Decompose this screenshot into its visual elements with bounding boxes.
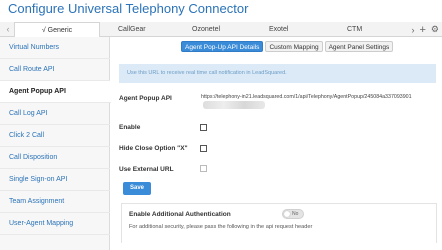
toggle-state: No (292, 211, 299, 217)
sidebar-item-agent-popup-api[interactable]: Agent Popup API (0, 81, 111, 103)
chevron-right-icon[interactable]: › (411, 25, 414, 35)
auth-title: Enable Additional Authentication (129, 211, 231, 218)
tab-ozonetel[interactable]: Ozonetel (192, 22, 220, 37)
sidebar-item-call-route-api[interactable]: Call Route API (0, 59, 110, 81)
sidebar-item-virtual-numbers[interactable]: Virtual Numbers (0, 37, 110, 59)
tab-tools: › + ⚙ (411, 22, 439, 37)
external-url-label: Use External URL (119, 166, 174, 173)
sidebar-item-user-agent-mapping[interactable]: User-Agent Mapping (0, 213, 110, 235)
external-url-checkbox[interactable] (200, 165, 207, 172)
api-url[interactable]: https://telephony-in21.leadsquared.com/1… (201, 94, 440, 100)
tab-ctm[interactable]: CTM (347, 22, 362, 37)
sidebar-item-click-2-call[interactable]: Click 2 Call (0, 125, 110, 147)
toggle-knob (284, 211, 290, 217)
connector-tab-bar: ‹ √ Generic CallGear Ozonetel Exotel CTM… (0, 22, 442, 38)
auth-section: Enable Additional Authentication No For … (121, 203, 437, 243)
hide-close-label: Hide Close Option "X" (119, 145, 188, 152)
sidebar-item-call-disposition[interactable]: Call Disposition (0, 147, 110, 169)
auth-toggle[interactable]: No (282, 209, 304, 219)
page-title: Configure Universal Telephony Connector (8, 1, 249, 16)
subtab-group: Agent Pop-Up API Details Custom Mapping … (181, 41, 394, 52)
enable-checkbox[interactable] (200, 124, 207, 131)
redacted-block (203, 101, 265, 109)
sidebar-item-team-assignment[interactable]: Team Assignment (0, 191, 110, 213)
subtab-custom-mapping[interactable]: Custom Mapping (265, 41, 323, 52)
main-panel: Agent Pop-Up API Details Custom Mapping … (111, 37, 442, 250)
api-label: Agent Popup API (119, 95, 172, 102)
info-banner: Use this URL to receive real time call n… (119, 64, 436, 83)
auth-description: For additional security, please pass the… (129, 224, 313, 230)
enable-label: Enable (119, 124, 141, 131)
save-button[interactable]: Save (123, 182, 151, 195)
plus-icon[interactable]: + (419, 24, 425, 36)
subtab-agent-panel-settings[interactable]: Agent Panel Settings (324, 41, 394, 52)
gear-icon[interactable]: ⚙ (431, 24, 439, 35)
subtab-agent-popup-api-details[interactable]: Agent Pop-Up API Details (181, 41, 264, 52)
sidebar-item-call-log-api[interactable]: Call Log API (0, 103, 110, 125)
sidebar-item-single-sign-on-api[interactable]: Single Sign-on API (0, 169, 110, 191)
sidebar: Virtual Numbers Call Route API Agent Pop… (0, 37, 111, 250)
chevron-left-icon[interactable]: ‹ (3, 22, 13, 37)
tab-callgear[interactable]: CallGear (118, 22, 146, 37)
tab-generic[interactable]: √ Generic (14, 22, 100, 38)
hide-close-checkbox[interactable] (200, 145, 207, 152)
tab-exotel[interactable]: Exotel (269, 22, 288, 37)
